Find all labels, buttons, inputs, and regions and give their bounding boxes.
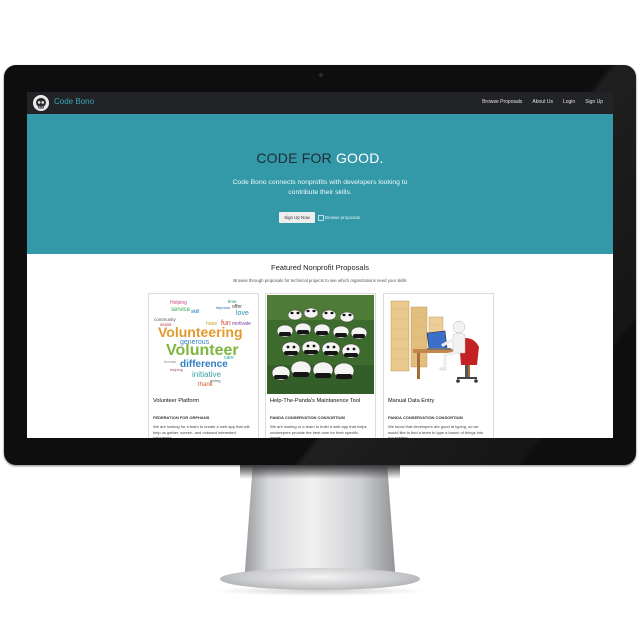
word-human: human (164, 359, 176, 364)
nav-about-us[interactable]: About Us (532, 99, 553, 105)
word-offer: offer (232, 304, 242, 310)
data-entry-illustration (385, 295, 492, 394)
browse-proposals-link[interactable]: Browse proposals (318, 215, 360, 221)
word-hope: hope (206, 321, 217, 327)
hero-title-good: GOOD. (335, 150, 384, 166)
featured-title: Featured Nonprofit Proposals (271, 263, 369, 272)
brand-name[interactable]: Code Bono (54, 97, 94, 106)
pandas-photo (267, 295, 374, 394)
skull-logo-icon[interactable] (33, 95, 49, 111)
nav-login[interactable]: Login (563, 99, 575, 105)
word-time: time (228, 299, 237, 304)
nav-links: Browse Proposals About Us Login Sign Up (482, 99, 603, 105)
browse-proposals-label: Browse proposals (325, 215, 360, 221)
sign-up-now-button[interactable]: Sign Up Now (279, 212, 315, 223)
word-assist: assist (160, 322, 172, 327)
website-screen: Code Bono Browse Proposals About Us Logi… (27, 92, 613, 438)
word-love: love (236, 310, 249, 317)
monitor-stand-neck (244, 465, 396, 573)
hero-section: CODE FOR GOOD. Code Bono connects nonpro… (27, 114, 613, 254)
hero-title-code-for: CODE FOR (256, 150, 332, 166)
monitor-stand-base (220, 568, 420, 590)
card-organization: FEDERATION FOR ORPHANS (153, 415, 210, 420)
hero-title: CODE FOR GOOD. (27, 150, 613, 166)
word-generous: generous (180, 339, 210, 346)
word-cloud-image: Helping service skill fun love motivate … (150, 295, 257, 394)
featured-subtitle: Browse through proposals for technical p… (233, 278, 407, 283)
nav-browse-proposals[interactable]: Browse Proposals (482, 99, 522, 105)
card-description: We are looking or a team to build a web … (270, 424, 367, 438)
top-navbar: Code Bono Browse Proposals About Us Logi… (27, 92, 613, 114)
card-organization: PANDA CONSERVATION CONSORTIUM (270, 415, 345, 420)
card-title[interactable]: Help-The-Panda's Maintanence Tool (270, 398, 360, 404)
word-difference: difference (180, 359, 228, 370)
proposal-card-panda-tool[interactable]: Help-The-Panda's Maintanence Tool PANDA … (265, 293, 376, 438)
camera-dot (319, 73, 323, 77)
monitor-stand-shadow (240, 465, 400, 479)
card-title[interactable]: Volunteer Platform (153, 398, 199, 404)
card-organization: PANDA CONSERVATION CONSORTIUM (388, 415, 463, 420)
word-helping-small: helping (170, 367, 183, 372)
broken-image-icon (318, 215, 324, 221)
word-helping: Helping (170, 300, 187, 306)
word-improve: improve (216, 305, 231, 310)
proposal-card-manual-data-entry[interactable]: Manual Data Entry PANDA CONSERVATION CON… (383, 293, 494, 438)
hero-subtitle: Code Bono connects nonprofits with devel… (232, 179, 408, 196)
word-giving: giving (210, 378, 220, 383)
card-description: We are looking for a team to create a we… (153, 424, 250, 438)
proposal-card-volunteer-platform[interactable]: Helping service skill fun love motivate … (148, 293, 259, 438)
card-description: We know that developers are good at typi… (388, 424, 484, 438)
word-service: service (171, 307, 191, 313)
word-care: care (224, 355, 234, 361)
card-title[interactable]: Manual Data Entry (388, 398, 434, 404)
word-skill: skill (191, 309, 199, 315)
nav-sign-up[interactable]: Sign Up (585, 99, 603, 105)
